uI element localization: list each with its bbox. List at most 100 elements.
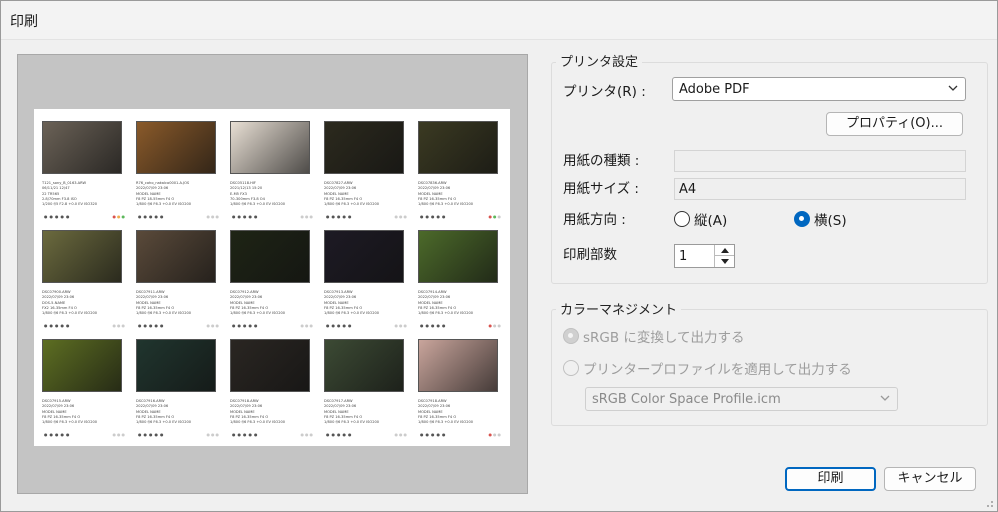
thumbnail-item: DSC07913.ARW 2022/07/09 23:06 MODEL NAME F8… <box>322 230 416 331</box>
arrow-down-icon <box>721 259 729 264</box>
color-management-title: カラーマネジメント <box>556 299 682 318</box>
rating-dots: ●●●●● <box>138 432 166 437</box>
portrait-radio[interactable]: 縦(A) <box>674 209 727 229</box>
thumbnail-metadata: DSC07914.ARW 2022/07/09 23:06 MODEL NAME F8… <box>418 290 510 316</box>
orientation-label: 用紙方向 : <box>563 212 626 228</box>
srgb-radio[interactable]: sRGB に変換して出力する <box>563 326 745 346</box>
color-label-dots: ●●● <box>300 432 314 437</box>
thumbnail-image <box>136 230 216 283</box>
thumbnail-image <box>324 230 404 283</box>
color-label-dots: ●●● <box>394 323 408 328</box>
copies-value: 1 <box>679 249 688 264</box>
rating-dots: ●●●●● <box>326 432 354 437</box>
color-label-dots: ●●● <box>206 432 220 437</box>
printer-select-value: Adobe PDF <box>679 82 750 97</box>
thumbnail-image <box>418 230 498 283</box>
thumbnail-meta-line: 1/800 f/6 F6.3 +0.0 EV ISO200 <box>42 311 98 316</box>
print-button[interactable]: 印刷 <box>785 467 876 491</box>
thumbnail-rating: ●●●●● ●●● <box>138 433 220 437</box>
color-label-dots: ●●● <box>488 432 502 437</box>
increment-button[interactable] <box>715 245 734 256</box>
thumbnail-item: DSC07914.ARW 2022/07/09 23:06 MODEL NAME F8… <box>416 230 510 331</box>
thumbnail-metadata: T121_sony_B_0163.ARW 06/11/21 12/47 22 TR5… <box>42 181 134 207</box>
thumbnail-item: R76_coho_nakalco0001.A.JOS 2022/07/09 23:… <box>134 121 228 222</box>
paper-size-value: A4 <box>679 182 697 197</box>
thumbnail-item: DSC07900.ARW 2022/07/09 23:06 DOS-5-NAME FX… <box>40 230 134 331</box>
thumbnail-image <box>42 230 122 283</box>
radio-on-icon <box>563 328 579 344</box>
thumbnail-meta-line: 1/800 f/6 F6.3 +0.0 EV ISO200 <box>324 420 380 425</box>
rating-dots: ●●●●● <box>326 323 354 328</box>
thumbnail-metadata: DSC07911.ARW 2022/07/09 23:06 MODEL NAME F8… <box>136 290 228 316</box>
thumbnail-metadata: DSC07918.ARW 2022/07/09 23:06 MODEL NAME F8… <box>418 399 510 425</box>
rating-dots: ●●●●● <box>232 214 260 219</box>
thumbnail-meta-line: 1/800 f/6 F6.3 +0.0 EV ISO200 <box>324 311 380 316</box>
thumbnail-meta-line: 1/800 f/6 F6.3 +0.0 EV ISO200 <box>136 202 192 207</box>
thumbnail-metadata: DSC07917.ARW 2022/07/09 23:06 MODEL NAME F8… <box>324 399 416 425</box>
thumbnail-item: DSC07918.ARW 2022/07/09 23:06 MODEL NAME F8… <box>416 339 510 440</box>
printer-profile-radio[interactable]: プリンタープロファイルを適用して出力する <box>563 358 852 378</box>
landscape-radio[interactable]: 横(S) <box>794 209 847 229</box>
rating-dots: ●●●●● <box>138 214 166 219</box>
thumbnail-image <box>324 339 404 392</box>
thumbnail-meta-line: 1/800 f/6 F6.3 +0.0 EV ISO200 <box>230 202 286 207</box>
thumbnail-item: DSC07917.ARW 2022/07/09 23:06 MODEL NAME F8… <box>322 339 416 440</box>
portrait-label: 縦(A) <box>694 213 728 229</box>
srgb-label: sRGB に変換して出力する <box>583 330 745 346</box>
window-title: 印刷 <box>10 14 38 30</box>
thumbnail-metadata: DSC07827.ARW 2022/07/09 23:06 MODEL NAME F8… <box>324 181 416 207</box>
thumbnail-rating: ●●●●● ●●● <box>232 215 314 219</box>
chevron-down-icon <box>880 395 890 401</box>
resize-grip-icon[interactable] <box>984 498 994 508</box>
radio-on-icon <box>794 211 810 227</box>
profile-select[interactable]: sRGB Color Space Profile.icm <box>585 387 898 411</box>
properties-button[interactable]: プロパティ(O)... <box>826 112 963 136</box>
color-label-dots: ●●● <box>300 214 314 219</box>
profile-select-value: sRGB Color Space Profile.icm <box>592 392 781 407</box>
thumbnail-meta-line: 1/800 f/6 F6.3 +0.0 EV ISO200 <box>42 420 98 425</box>
thumbnail-rating: ●●●●● ●●● <box>420 433 502 437</box>
landscape-label: 横(S) <box>814 213 847 229</box>
thumbnail-metadata: DSC07915.ARW 2022/07/09 23:06 MODEL NAME F8… <box>42 399 134 425</box>
paper-size-label: 用紙サイズ : <box>563 181 639 197</box>
thumbnail-metadata: R76_coho_nakalco0001.A.JOS 2022/07/09 23:… <box>136 181 228 207</box>
title-bar[interactable]: 印刷 <box>0 0 998 40</box>
thumbnail-rating: ●●●●● ●●● <box>326 215 408 219</box>
rating-dots: ●●●●● <box>44 432 72 437</box>
printer-profile-label: プリンタープロファイルを適用して出力する <box>583 362 852 378</box>
paper-type-label: 用紙の種類 : <box>563 153 640 169</box>
thumbnail-metadata: DSC05118.HIF 2021/12/13 15:20 E-M5 FX3 70-3… <box>230 181 322 207</box>
thumbnail-rating: ●●●●● ●●● <box>44 433 126 437</box>
printer-select[interactable]: Adobe PDF <box>672 77 966 101</box>
thumbnail-meta-line: 1/200 f/5 F2.8 +0.0 EV ISO320 <box>42 202 98 207</box>
rating-dots: ●●●●● <box>420 214 448 219</box>
thumbnail-image <box>230 339 310 392</box>
radio-off-icon <box>563 360 579 376</box>
copies-stepper[interactable]: 1 <box>674 244 735 268</box>
thumbnail-rating: ●●●●● ●●● <box>138 215 220 219</box>
rating-dots: ●●●●● <box>44 214 72 219</box>
thumbnail-item: DSC07827.ARW 2022/07/09 23:06 MODEL NAME F8… <box>322 121 416 222</box>
preview-page: T121_sony_B_0163.ARW 06/11/21 12/47 22 TR5… <box>34 109 510 446</box>
thumbnail-metadata: DSC07836.ARW 2022/07/09 23:06 MODEL NAME F8… <box>418 181 510 207</box>
thumbnail-rating: ●●●●● ●●● <box>420 324 502 328</box>
thumbnail-item: DSC07915.ARW 2022/07/09 23:06 MODEL NAME F8… <box>40 339 134 440</box>
printer-settings-title: プリンタ設定 <box>556 51 643 70</box>
rating-dots: ●●●●● <box>420 323 448 328</box>
thumbnail-grid: T121_sony_B_0163.ARW 06/11/21 12/47 22 TR5… <box>40 121 510 440</box>
thumbnail-meta-line: 1/800 f/6 F6.3 +0.0 EV ISO200 <box>418 420 474 425</box>
thumbnail-rating: ●●●●● ●●● <box>44 324 126 328</box>
rating-dots: ●●●●● <box>232 432 260 437</box>
thumbnail-metadata: DSC07900.ARW 2022/07/09 23:06 DOS-5-NAME FX… <box>42 290 134 316</box>
thumbnail-rating: ●●●●● ●●● <box>326 433 408 437</box>
radio-off-icon <box>674 211 690 227</box>
chevron-down-icon <box>948 85 958 91</box>
rating-dots: ●●●●● <box>138 323 166 328</box>
thumbnail-meta-line: 1/800 f/6 F6.3 +0.0 EV ISO200 <box>136 420 192 425</box>
color-label-dots: ●●● <box>394 432 408 437</box>
rating-dots: ●●●●● <box>232 323 260 328</box>
thumbnail-image <box>418 121 498 174</box>
cancel-button[interactable]: キャンセル <box>884 467 976 491</box>
color-label-dots: ●●● <box>112 432 126 437</box>
decrement-button[interactable] <box>715 256 734 267</box>
